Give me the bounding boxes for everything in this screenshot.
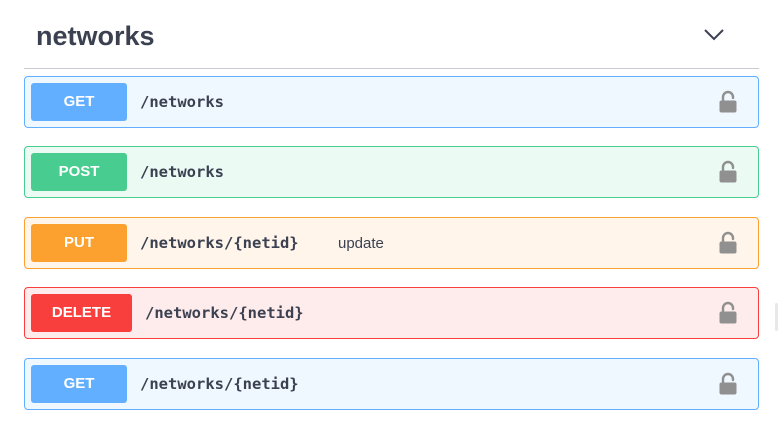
operation-post-networks[interactable]: POST /networks [24, 146, 759, 198]
tag-title: networks [36, 21, 155, 51]
unlocked-lock-icon[interactable] [718, 301, 738, 325]
unlocked-lock-icon[interactable] [718, 90, 738, 114]
operation-path: /networks/{netid} [140, 234, 299, 252]
method-badge: PUT [31, 224, 127, 262]
operation-path: /networks [140, 163, 224, 181]
method-badge: GET [31, 83, 127, 121]
operation-path: /networks [140, 93, 224, 111]
unlocked-lock-icon[interactable] [718, 160, 738, 184]
method-badge: DELETE [31, 294, 132, 332]
operation-path: /networks/{netid} [140, 375, 299, 393]
method-badge: GET [31, 365, 127, 403]
swagger-tag-section: networks GET /networks POST /networks PU… [0, 0, 778, 421]
operation-get-networks[interactable]: GET /networks [24, 76, 759, 128]
operation-get-networks-netid[interactable]: GET /networks/{netid} [24, 358, 759, 410]
unlocked-lock-icon[interactable] [718, 372, 738, 396]
operation-summary: update [338, 235, 384, 252]
tag-header-networks[interactable]: networks [24, 0, 759, 69]
operation-put-networks-netid[interactable]: PUT /networks/{netid} update [24, 217, 759, 269]
unlocked-lock-icon[interactable] [718, 231, 738, 255]
operation-path: /networks/{netid} [145, 304, 304, 322]
chevron-down-icon[interactable] [703, 26, 725, 42]
operation-delete-networks-netid[interactable]: DELETE /networks/{netid} [24, 287, 759, 339]
method-badge: POST [31, 153, 127, 191]
